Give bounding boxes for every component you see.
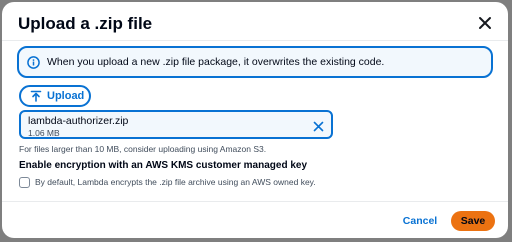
file-name: lambda-authorizer.zip <box>28 115 129 127</box>
selected-file-token: lambda-authorizer.zip 1.06 MB <box>19 110 333 139</box>
remove-file-button[interactable] <box>313 119 324 132</box>
dialog-title: Upload a .zip file <box>18 14 153 33</box>
encryption-checkbox-text: By default, Lambda encrypts the .zip fil… <box>35 177 316 187</box>
save-button[interactable]: Save <box>451 211 495 231</box>
encryption-label: Enable encryption with an AWS KMS custom… <box>19 160 308 171</box>
header-divider <box>2 40 508 41</box>
close-button[interactable] <box>476 14 494 32</box>
upload-zip-dialog: Upload a .zip file When you upload a new… <box>2 2 508 238</box>
info-icon <box>27 56 40 69</box>
upload-button-label: Upload <box>47 90 85 102</box>
upload-button[interactable]: Upload <box>19 85 91 107</box>
upload-icon <box>30 90 42 102</box>
file-size: 1.06 MB <box>28 128 60 138</box>
upload-hint: For files larger than 10 MB, consider up… <box>19 144 267 154</box>
info-alert: When you upload a new .zip file package,… <box>17 46 493 78</box>
cancel-button[interactable]: Cancel <box>397 212 443 230</box>
close-icon <box>479 17 491 29</box>
info-message: When you upload a new .zip file package,… <box>47 56 385 68</box>
remove-file-icon <box>313 121 324 132</box>
footer-divider <box>2 201 508 202</box>
encryption-checkbox[interactable] <box>19 177 30 188</box>
